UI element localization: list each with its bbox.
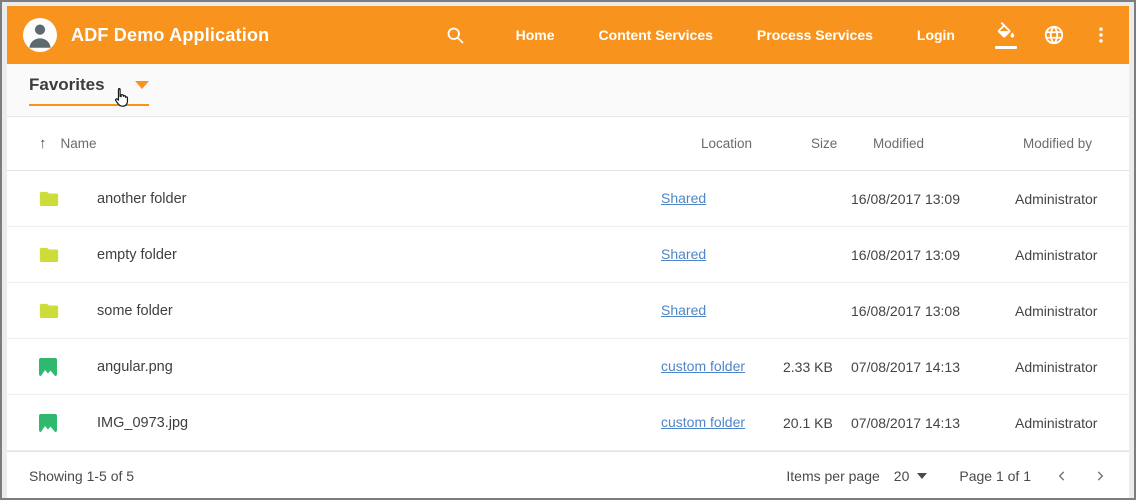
paginator: Showing 1-5 of 5 Items per page 20 Page … [7,451,1129,498]
modified-by: Administrator [1003,359,1103,375]
table-header-row: ↑ Name Location Size Modified Modified b… [7,117,1129,171]
modified-date: 16/08/2017 13:08 [843,303,1003,319]
file-name: IMG_0973.jpg [97,415,661,431]
location-cell: Shared [661,190,781,207]
table-row[interactable]: IMG_0973.jpg custom folder 20.1 KB 07/08… [7,395,1129,451]
file-name: empty folder [97,247,661,263]
table-row[interactable]: empty folder Shared 16/08/2017 13:09 Adm… [7,227,1129,283]
nav-item-content-services[interactable]: Content Services [599,27,713,43]
location-cell: custom folder [661,358,781,375]
favorites-dropdown[interactable]: Favorites [29,75,149,106]
column-header-modified-by[interactable]: Modified by [1003,136,1103,151]
page-title: Favorites [29,75,105,95]
theme-picker-button[interactable] [995,22,1017,49]
globe-icon [1043,24,1065,46]
screenshot-frame: ADF Demo Application Home Content Servic… [0,0,1136,500]
chevron-left-icon [1055,469,1069,483]
language-button[interactable] [1043,24,1065,46]
view-toolbar: Favorites [7,64,1129,116]
modified-date: 07/08/2017 14:13 [843,415,1003,431]
adf-demo-app: ADF Demo Application Home Content Servic… [7,6,1129,498]
app-header: ADF Demo Application Home Content Servic… [7,6,1129,64]
modified-date: 16/08/2017 13:09 [843,191,1003,207]
kebab-menu-icon [1091,24,1111,46]
table-row[interactable]: another folder Shared 16/08/2017 13:09 A… [7,171,1129,227]
file-size: 2.33 KB [781,359,843,375]
modified-by: Administrator [1003,247,1103,263]
location-link[interactable]: custom folder [661,414,745,430]
file-type-cell [39,358,97,376]
items-per-page-value: 20 [894,468,910,484]
modified-by: Administrator [1003,191,1103,207]
person-icon [23,18,57,52]
avatar [23,18,57,52]
table-row[interactable]: angular.png custom folder 2.33 KB 07/08/… [7,339,1129,395]
file-name: some folder [97,303,661,319]
location-link[interactable]: Shared [661,302,706,318]
image-icon [39,414,57,432]
sort-ascending-icon: ↑ [39,135,47,152]
previous-page-button[interactable] [1055,469,1069,483]
chevron-down-icon [135,81,149,89]
search-icon [445,25,466,46]
column-label-name: Name [61,136,97,151]
paint-bucket-icon [995,22,1017,44]
column-header-size[interactable]: Size [781,136,843,151]
file-name: another folder [97,191,661,207]
chevron-right-icon [1093,469,1107,483]
app-title: ADF Demo Application [71,25,269,46]
location-cell: Shared [661,246,781,263]
file-size: 20.1 KB [781,415,843,431]
folder-icon [39,302,59,319]
showing-range-label: Showing 1-5 of 5 [29,468,134,484]
modified-by: Administrator [1003,415,1103,431]
file-type-cell [39,190,97,207]
nav-item-process-services[interactable]: Process Services [757,27,873,43]
document-list: ↑ Name Location Size Modified Modified b… [7,116,1129,498]
modified-date: 16/08/2017 13:09 [843,247,1003,263]
location-link[interactable]: custom folder [661,358,745,374]
next-page-button[interactable] [1093,469,1107,483]
folder-icon [39,190,59,207]
dropdown-arrow-icon [917,473,927,479]
column-header-location[interactable]: Location [661,136,781,151]
file-type-cell [39,302,97,319]
modified-date: 07/08/2017 14:13 [843,359,1003,375]
more-menu-button[interactable] [1091,24,1111,46]
column-header-name[interactable]: ↑ Name [39,135,661,152]
items-per-page-label: Items per page [786,468,879,484]
location-link[interactable]: Shared [661,190,706,206]
nav-item-home[interactable]: Home [516,27,555,43]
location-link[interactable]: Shared [661,246,706,262]
location-cell: custom folder [661,414,781,431]
search-button[interactable] [445,25,466,46]
modified-by: Administrator [1003,303,1103,319]
file-name: angular.png [97,359,661,375]
file-type-cell [39,246,97,263]
image-icon [39,358,57,376]
table-body: another folder Shared 16/08/2017 13:09 A… [7,171,1129,451]
file-type-cell [39,414,97,432]
theme-underline [995,46,1017,49]
location-cell: Shared [661,302,781,319]
items-per-page-dropdown[interactable]: Items per page 20 [786,468,927,484]
nav-item-login[interactable]: Login [917,27,955,43]
page-range-label: Page 1 of 1 [959,468,1031,484]
column-header-modified[interactable]: Modified [843,136,1003,151]
table-row[interactable]: some folder Shared 16/08/2017 13:08 Admi… [7,283,1129,339]
folder-icon [39,246,59,263]
